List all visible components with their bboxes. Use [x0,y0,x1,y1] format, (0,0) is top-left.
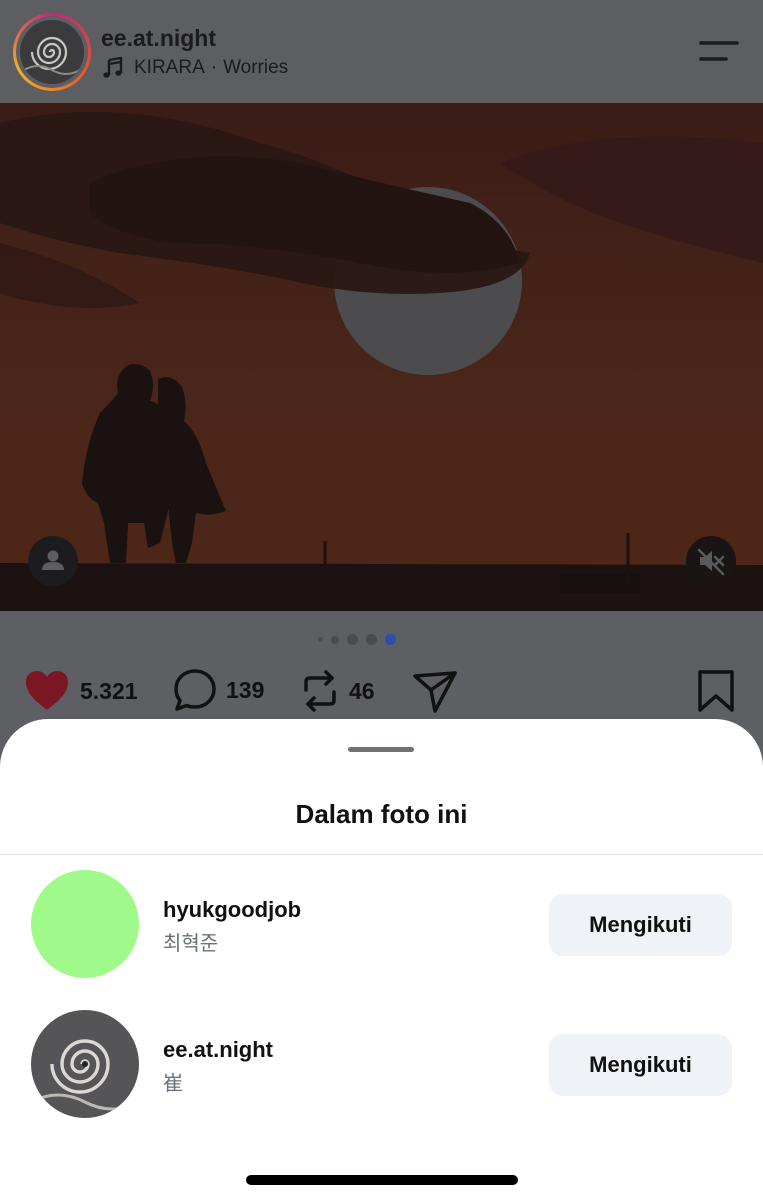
sunset-silhouette-image [0,103,763,611]
comment-button[interactable]: 139 [173,668,264,712]
spiral-avatar-image [31,1010,139,1118]
music-info[interactable]: KIRARA · Worries [101,56,288,80]
sheet-divider [0,854,763,855]
in-this-photo-sheet: Dalam foto ini hyukgoodjob 최혁준 Mengikuti… [0,719,763,1200]
repost-count: 46 [349,677,375,704]
save-button[interactable] [696,668,736,714]
sheet-grabber[interactable] [348,747,414,752]
repost-button[interactable]: 46 [300,668,375,714]
user-full-name: 최혁준 [163,933,219,955]
like-button[interactable]: 5.321 [23,668,138,714]
carousel-dot-active [385,634,396,645]
music-track: Worries [223,57,289,78]
sheet-title: Dalam foto ini [295,799,468,829]
tagged-people-button[interactable] [28,536,78,586]
comment-bubble-icon [174,669,216,711]
person-icon [42,550,64,570]
paper-plane-icon [413,671,457,713]
carousel-dot [366,634,377,645]
spiral-avatar-image [20,20,84,84]
profile-avatar[interactable] [13,13,91,91]
hamburger-icon[interactable] [698,40,740,64]
user-full-name: 崔 [163,1073,183,1095]
heart-icon [26,671,68,710]
music-artist: KIRARA [134,57,205,78]
following-button[interactable]: Mengikuti [549,1034,732,1096]
carousel-indicator [318,634,404,645]
repost-icon [304,670,336,712]
action-bar: 5.321 139 46 [0,668,763,718]
home-indicator[interactable] [246,1175,518,1185]
like-count: 5.321 [80,677,138,704]
user-avatar[interactable] [31,1010,139,1118]
speaker-muted-icon [697,548,725,576]
music-note-icon [103,56,123,78]
comment-count: 139 [226,676,265,703]
post-photo[interactable] [0,103,763,611]
post-header: ee.at.night KIRARA · Worries [0,0,763,103]
music-separator: · [210,57,218,78]
post-username[interactable]: ee.at.night [101,25,216,52]
bookmark-icon [698,670,734,712]
user-handle[interactable]: hyukgoodjob [163,897,301,923]
mute-button[interactable] [686,536,736,586]
carousel-dot [331,635,339,644]
user-avatar[interactable] [31,870,139,978]
following-button[interactable]: Mengikuti [549,894,732,956]
carousel-dot [318,637,323,642]
share-button[interactable] [411,668,459,714]
carousel-dot [347,634,358,645]
user-handle[interactable]: ee.at.night [163,1037,273,1063]
